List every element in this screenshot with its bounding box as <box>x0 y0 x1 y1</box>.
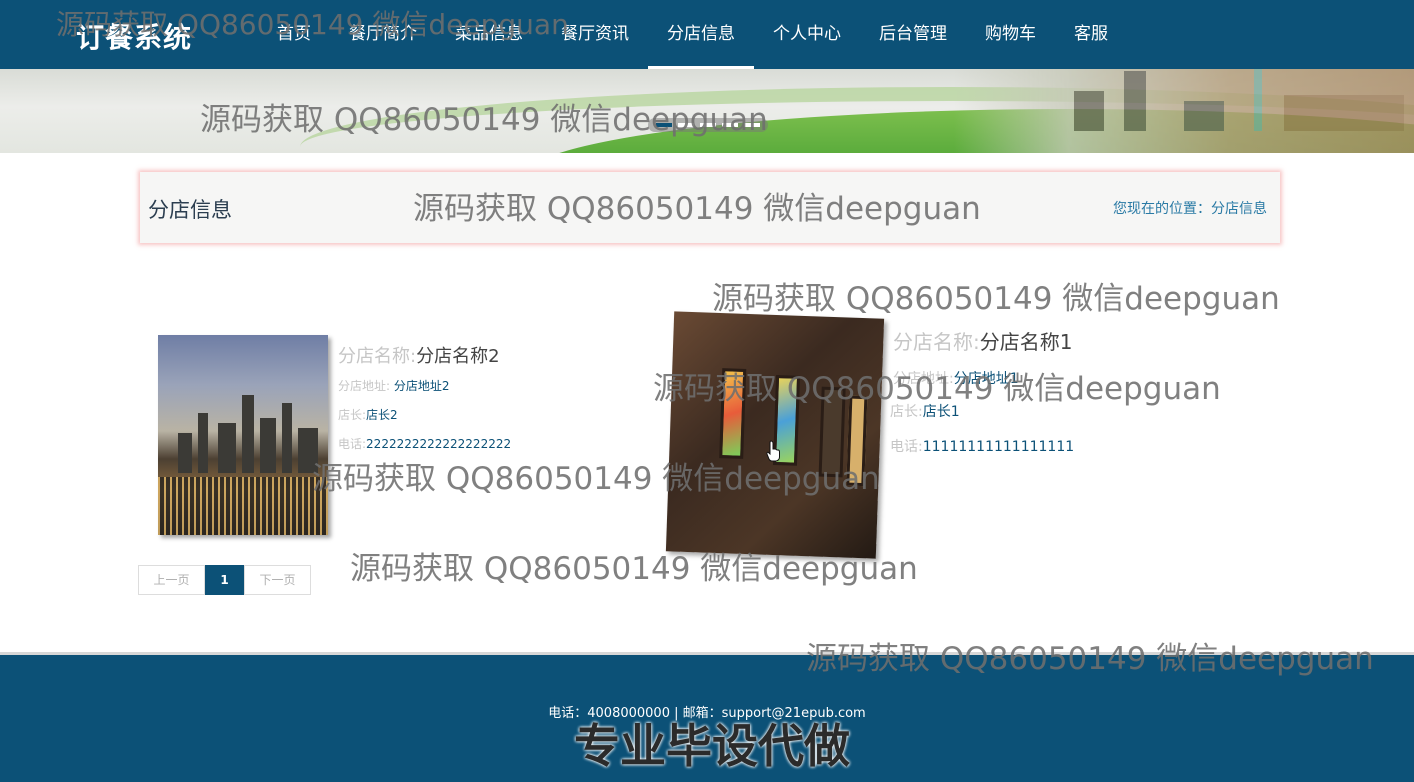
watermark-text: 源码获取 QQ86050149 微信deepguan <box>712 281 1280 317</box>
nav-item-user-center[interactable]: 个人中心 <box>754 0 860 69</box>
store-manager-label: 店长: <box>890 404 923 420</box>
breadcrumb-location[interactable]: 您现在的位置：分店信息 <box>1113 198 1267 218</box>
nav-item-news[interactable]: 餐厅资讯 <box>542 0 648 69</box>
banner-landmarks <box>954 69 1414 153</box>
nav-item-cart[interactable]: 购物车 <box>966 0 1055 69</box>
current-page-button[interactable]: 1 <box>205 565 244 595</box>
prev-page-button[interactable]: 上一页 <box>138 565 205 595</box>
store-manager: 店长1 <box>922 404 960 420</box>
store-manager-row: 店长:店长1 <box>890 401 960 421</box>
footer-divider <box>0 652 1414 655</box>
nav-item-home[interactable]: 首页 <box>258 0 330 69</box>
nav-item-dishes[interactable]: 菜品信息 <box>436 0 542 69</box>
store-name-label: 分店名称: <box>338 346 417 367</box>
site-brand[interactable]: 订餐系统 <box>76 16 192 56</box>
store-manager-row: 店长:店长2 <box>338 406 398 423</box>
footer: 电话：4008000000 | 邮箱：support@21epub.com 专业… <box>0 652 1414 782</box>
carousel-indicators <box>648 118 768 132</box>
store-address-row: 分店地址:分店地址1 <box>893 368 1019 388</box>
top-navbar: 订餐系统 首页 餐厅简介 菜品信息 餐厅资讯 分店信息 个人中心 后台管理 购物… <box>0 0 1414 69</box>
main-nav: 首页 餐厅简介 菜品信息 餐厅资讯 分店信息 个人中心 后台管理 购物车 客服 <box>258 0 1127 69</box>
store-address-row: 分店地址: 分店地址2 <box>338 377 450 394</box>
breadcrumb: 分店信息 您现在的位置：分店信息 <box>140 172 1280 243</box>
store-address: 分店地址1 <box>953 371 1019 387</box>
store-name[interactable]: 分店名称2 <box>416 346 499 367</box>
store-phone: 11111111111111111 <box>922 439 1075 455</box>
store-name[interactable]: 分店名称1 <box>980 330 1073 354</box>
banner-carousel <box>0 69 1414 153</box>
pagination: 上一页 1 下一页 <box>138 565 311 595</box>
carousel-dot[interactable] <box>722 123 738 127</box>
store-name-row: 分店名称:分店名称1 <box>893 326 1072 355</box>
store-address: 分店地址2 <box>393 379 450 393</box>
brick-building-photo[interactable] <box>665 311 885 559</box>
nav-item-restaurant-intro[interactable]: 餐厅简介 <box>330 0 436 69</box>
store-name-label: 分店名称: <box>893 330 980 354</box>
page-title: 分店信息 <box>148 198 232 222</box>
carousel-dot[interactable] <box>678 123 694 127</box>
carousel-dot[interactable] <box>700 123 716 127</box>
nav-item-admin[interactable]: 后台管理 <box>860 0 966 69</box>
store-address-label: 分店地址: <box>338 379 391 393</box>
nav-item-service[interactable]: 客服 <box>1055 0 1127 69</box>
store-manager-label: 店长: <box>338 408 367 422</box>
store-manager: 店长2 <box>366 408 398 422</box>
store-phone-label: 电话: <box>338 437 367 451</box>
store-name-row: 分店名称:分店名称2 <box>338 342 500 368</box>
footer-overlay-text: 专业毕设代做 <box>574 719 850 773</box>
nav-item-branches[interactable]: 分店信息 <box>648 0 754 69</box>
carousel-dot[interactable] <box>656 123 672 127</box>
store-address-label: 分店地址: <box>893 371 954 387</box>
carousel-dot[interactable] <box>744 123 760 127</box>
city-skyline-photo[interactable] <box>158 335 328 535</box>
store-phone-row: 电话:2222222222222222222 <box>338 435 511 452</box>
store-phone-label: 电话: <box>890 439 923 455</box>
hand-cursor-icon <box>766 440 780 462</box>
store-phone-row: 电话:11111111111111111 <box>890 436 1074 456</box>
next-page-button[interactable]: 下一页 <box>244 565 311 595</box>
store-phone: 2222222222222222222 <box>366 437 512 451</box>
